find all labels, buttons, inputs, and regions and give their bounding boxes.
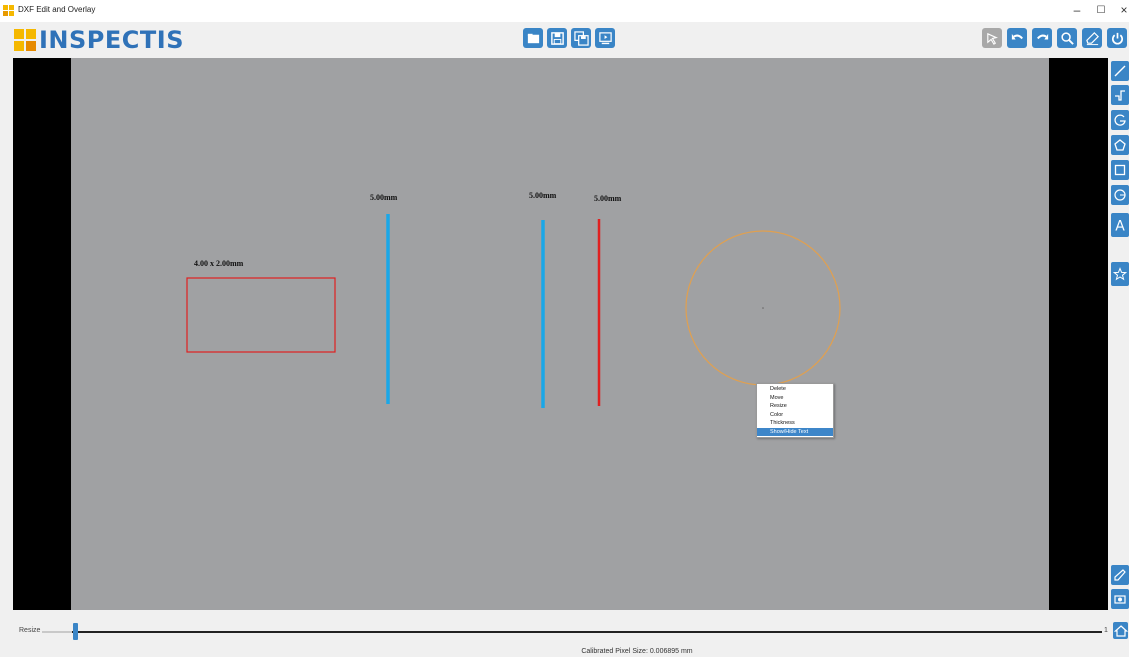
camera-overlay-button[interactable] xyxy=(1111,589,1129,609)
app-icon xyxy=(3,5,14,16)
ellipse-tool-button[interactable] xyxy=(1111,185,1129,205)
undo-icon xyxy=(1011,33,1023,39)
logo-text: INSPECTIS xyxy=(39,26,184,54)
resize-label: Resize xyxy=(19,627,41,634)
menu-item-resize[interactable]: Resize xyxy=(757,402,833,411)
overlay-canvas[interactable]: 4.00 x 2.00mm 5.00mm 5.00mm 5.00mm xyxy=(13,58,1108,610)
resize-slider-value: 1 xyxy=(1104,627,1108,634)
rectangle-shape[interactable] xyxy=(186,277,336,353)
rectangle-tool-button[interactable] xyxy=(1111,160,1129,180)
inspectis-logo: INSPECTIS xyxy=(14,26,184,54)
circle-center-point xyxy=(762,307,764,309)
home-button[interactable] xyxy=(1113,622,1128,639)
camera-overlay-icon xyxy=(1114,595,1126,604)
pen-icon xyxy=(1114,569,1126,581)
menu-item-delete[interactable]: Delete xyxy=(757,385,833,394)
menu-item-thickness[interactable]: Thickness xyxy=(757,419,833,428)
power-button[interactable] xyxy=(1107,28,1127,48)
rectangle-dimension-label: 4.00 x 2.00mm xyxy=(194,259,244,268)
menu-item-show-hide-text[interactable]: Show/Hide Text xyxy=(757,427,833,436)
header-toolbar: INSPECTIS xyxy=(0,22,1129,58)
window-title: DXF Edit and Overlay xyxy=(18,5,96,14)
line-icon xyxy=(1114,65,1126,77)
menu-item-move[interactable]: Move xyxy=(757,394,833,403)
line-3-dimension-label: 5.00mm xyxy=(594,194,622,203)
close-button[interactable]: × xyxy=(1112,3,1129,17)
title-bar: DXF Edit and Overlay – ☐ × xyxy=(0,0,1129,22)
power-icon xyxy=(1111,32,1123,44)
line-2-dimension-label: 5.00mm xyxy=(529,191,557,200)
arc-icon xyxy=(1114,114,1126,126)
polygon-tool-button[interactable] xyxy=(1111,135,1129,155)
line-tool-button[interactable] xyxy=(1111,61,1129,81)
arc-tool-button[interactable] xyxy=(1111,110,1129,130)
open-file-button[interactable] xyxy=(523,28,543,48)
redo-icon xyxy=(1036,33,1048,39)
drawing-area[interactable]: 4.00 x 2.00mm 5.00mm 5.00mm 5.00mm xyxy=(71,58,1049,610)
overlay-display-button[interactable] xyxy=(595,28,615,48)
eraser-icon xyxy=(1085,31,1099,45)
svg-text:A: A xyxy=(1115,219,1125,233)
polygon-icon xyxy=(1114,139,1126,151)
save-button[interactable] xyxy=(547,28,567,48)
ellipse-icon xyxy=(1114,189,1126,201)
star-icon xyxy=(1113,267,1127,281)
select-button[interactable] xyxy=(982,28,1002,48)
eraser-button[interactable] xyxy=(1082,28,1102,48)
zoom-button[interactable] xyxy=(1057,28,1077,48)
pen-tool-button[interactable] xyxy=(1111,565,1129,585)
rectangle-icon xyxy=(1114,164,1126,176)
menu-item-color[interactable]: Color xyxy=(757,411,833,420)
resize-slider-handle[interactable] xyxy=(73,623,78,640)
folder-open-icon xyxy=(527,33,539,43)
maximize-button[interactable]: ☐ xyxy=(1089,5,1113,16)
text-icon: A xyxy=(1115,219,1125,233)
redo-button[interactable] xyxy=(1032,28,1052,48)
drawing-shapes xyxy=(186,214,841,408)
calibration-status: Calibrated Pixel Size: 0.006895 mm xyxy=(581,648,693,655)
overlay-display-icon xyxy=(598,31,612,44)
save-as-icon xyxy=(573,30,589,46)
resize-slider-track[interactable] xyxy=(42,631,1102,633)
save-as-button[interactable] xyxy=(571,28,591,48)
favorite-tool-button[interactable] xyxy=(1111,262,1129,286)
home-icon xyxy=(1113,624,1128,637)
polyline-icon xyxy=(1115,90,1125,101)
line-1-dimension-label: 5.00mm xyxy=(370,193,398,202)
zoom-icon xyxy=(1060,31,1074,45)
logo-mark-icon xyxy=(14,29,36,51)
save-icon xyxy=(550,31,564,45)
select-arrow-icon xyxy=(986,32,998,45)
polyline-tool-button[interactable] xyxy=(1111,85,1129,105)
text-tool-button[interactable]: A xyxy=(1111,213,1129,237)
undo-button[interactable] xyxy=(1007,28,1027,48)
context-menu: Delete Move Resize Color Thickness Show/… xyxy=(756,383,834,438)
minimize-button[interactable]: – xyxy=(1065,3,1089,17)
